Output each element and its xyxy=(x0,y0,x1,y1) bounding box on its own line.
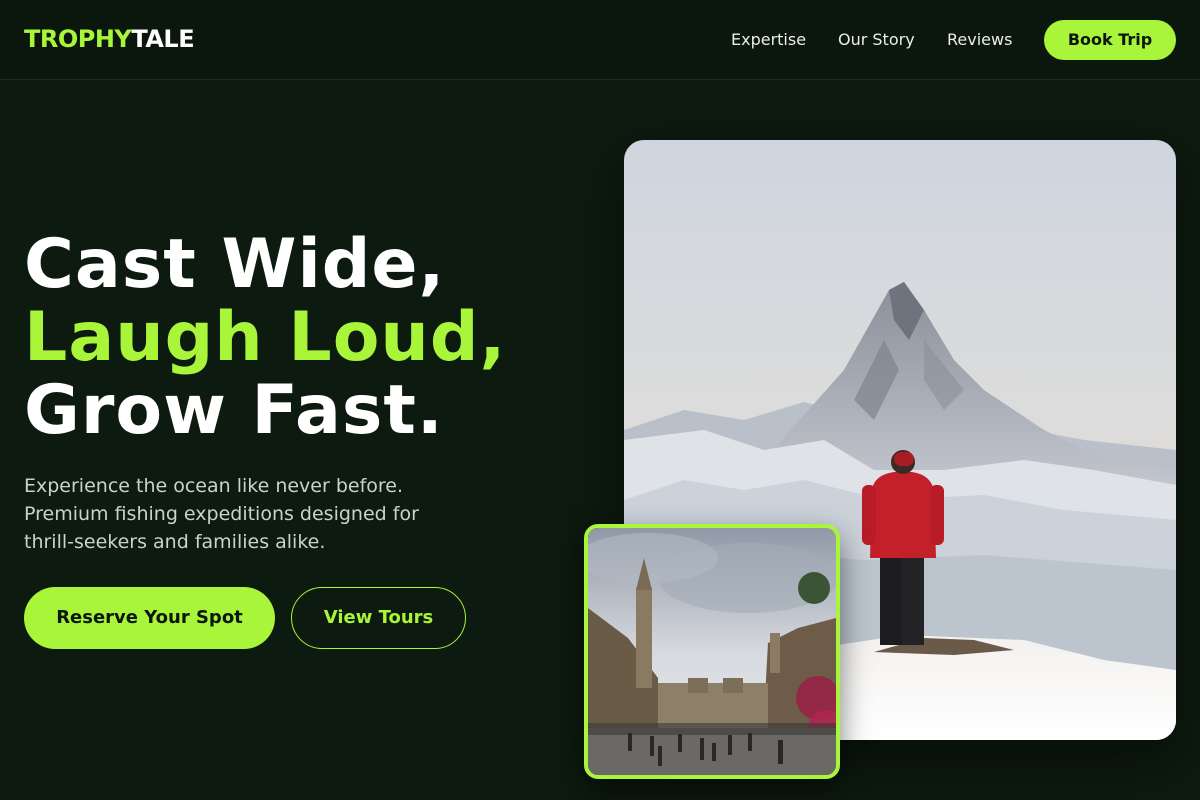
nav-link-reviews[interactable]: Reviews xyxy=(947,30,1012,50)
logo-part-1: TROPHY xyxy=(24,25,132,53)
hero-subtitle: Experience the ocean like never before. … xyxy=(24,475,419,553)
view-tours-button[interactable]: View Tours xyxy=(291,587,466,649)
nav-link-our-story[interactable]: Our Story xyxy=(838,30,915,50)
reserve-spot-button[interactable]: Reserve Your Spot xyxy=(24,587,275,649)
nav-link-expertise[interactable]: Expertise xyxy=(731,30,806,50)
hero-title-line-1: Cast Wide, xyxy=(24,225,446,304)
site-header: TROPHYTALE Expertise Our Story Reviews B… xyxy=(0,0,1200,80)
book-trip-button[interactable]: Book Trip xyxy=(1044,20,1176,60)
hero-title-line-3: Grow Fast. xyxy=(24,371,444,450)
city-square-image xyxy=(584,524,840,779)
logo-part-2: TALE xyxy=(131,25,195,53)
logo[interactable]: TROPHYTALE xyxy=(24,24,195,54)
hero-title: Cast Wide, Laugh Loud, Grow Fast. xyxy=(24,228,506,447)
hero-title-line-2: Laugh Loud, xyxy=(24,298,507,377)
